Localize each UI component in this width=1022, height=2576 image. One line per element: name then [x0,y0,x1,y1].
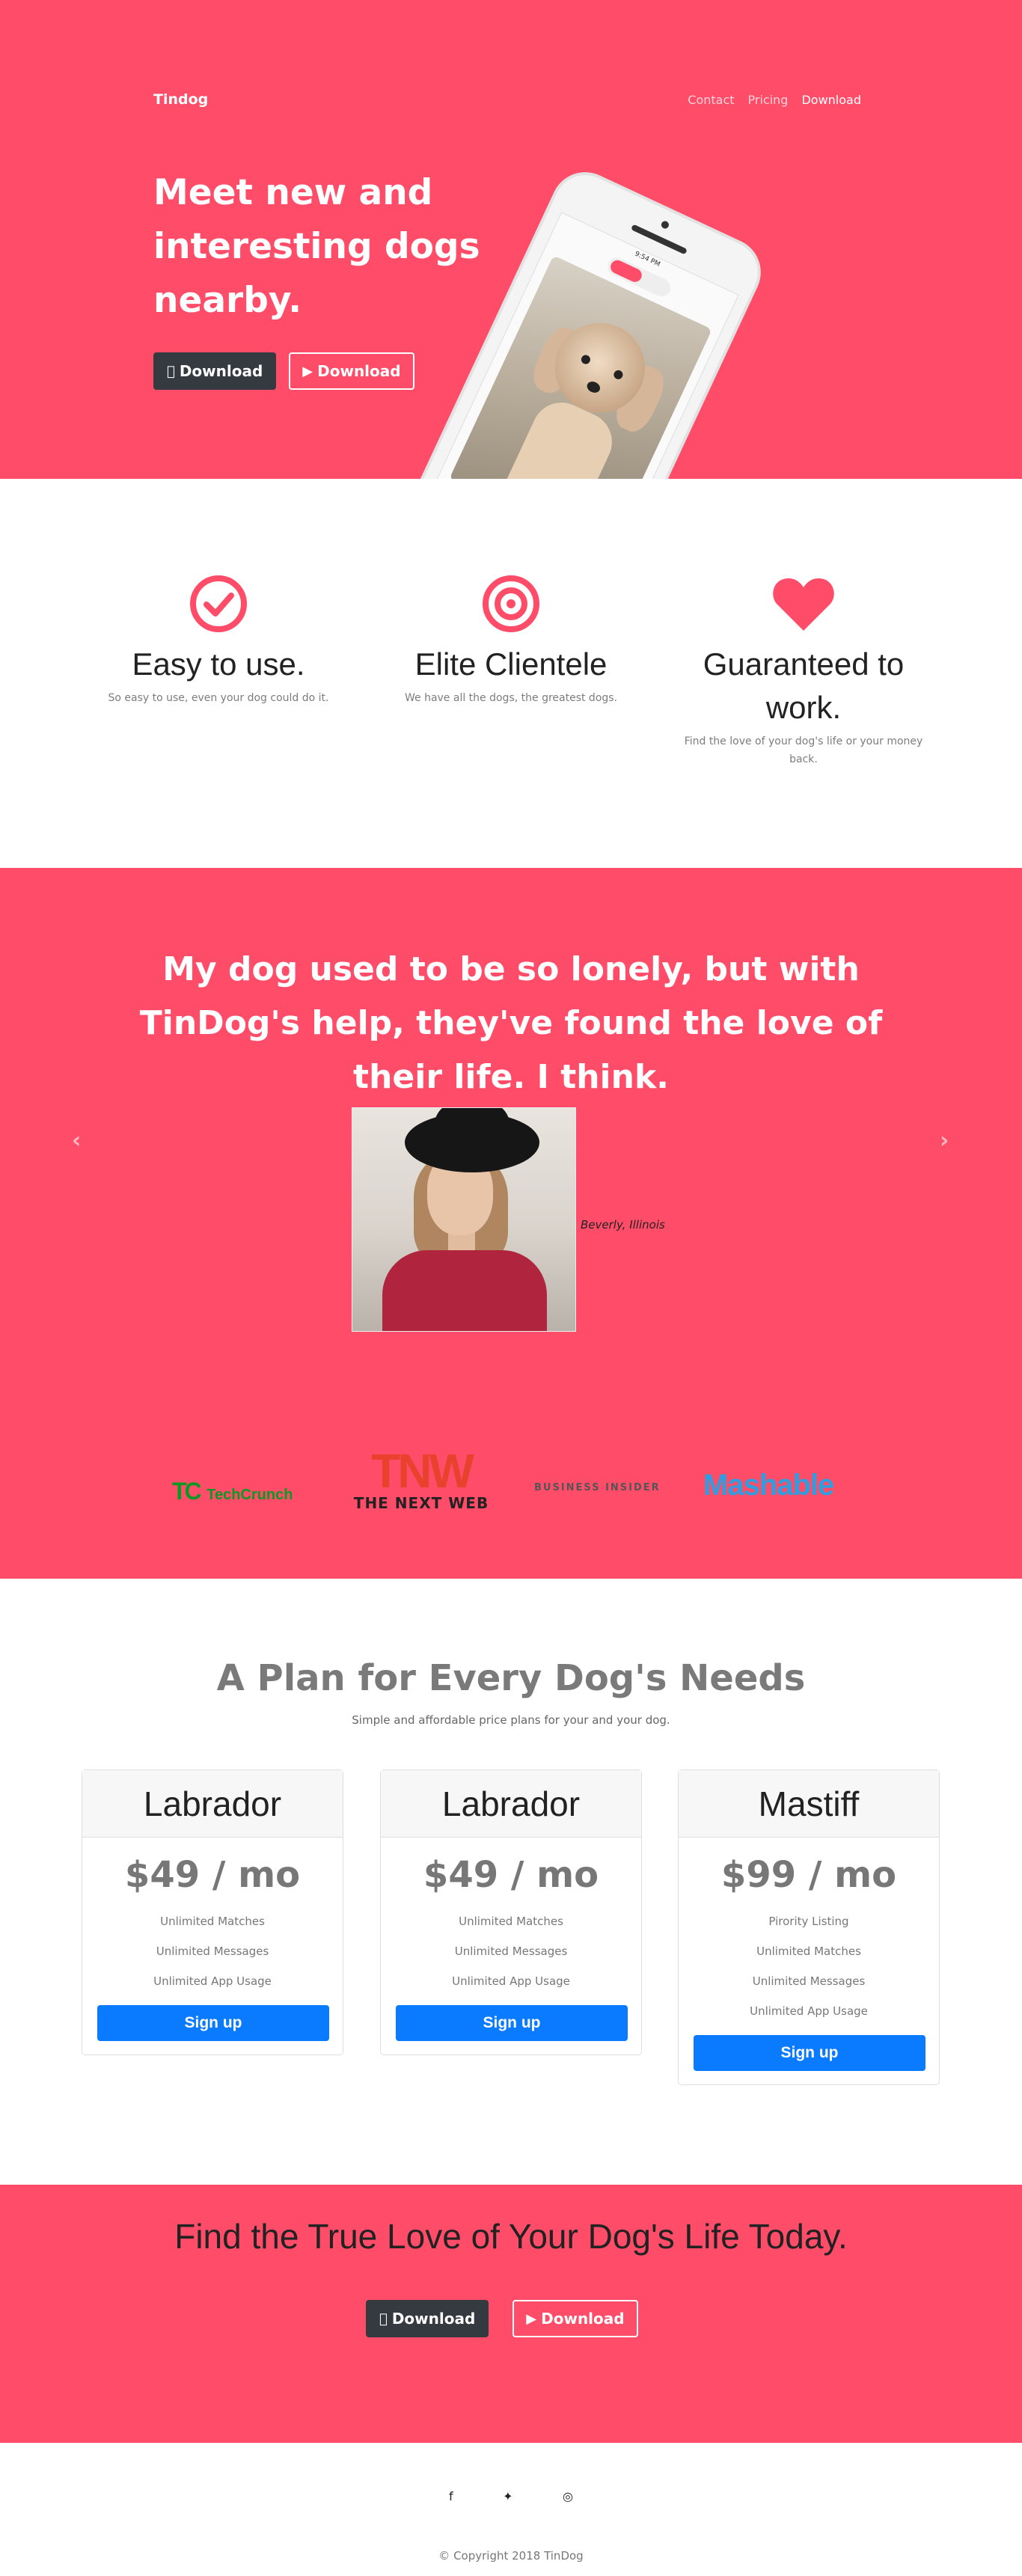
heart-icon [680,572,927,635]
play-download-label: Download [309,362,400,380]
plan-body: $49 / mo Unlimited Matches Unlimited Mes… [381,1838,641,2055]
plan-feature: Pirority Listing [768,1915,849,1928]
photo-dress [382,1250,547,1331]
feature-easy: Easy to use. So easy to use, even your d… [95,572,342,707]
navbar: Tindog Contact Pricing Download [153,88,861,111]
feature-guaranteed: Guaranteed to work. Find the love of you… [680,572,927,768]
business-insider-logo: BUSINESS INSIDER [534,1482,661,1493]
plan-price: $99 / mo [720,1854,897,1896]
social-links: f ✦ ◎ [449,2489,573,2503]
techcrunch-logo: TC TechCrunch [172,1478,293,1505]
facebook-icon[interactable]: f [449,2489,453,2503]
pricing-card: Labrador $49 / mo Unlimited Matches Unli… [82,1769,343,2055]
pricing-card: Labrador $49 / mo Unlimited Matches Unli… [380,1769,642,2055]
instagram-icon[interactable]: ◎ [563,2489,573,2503]
apple-icon:  [167,364,175,379]
plan-name: Labrador [381,1770,641,1838]
feature-text: Find the love of your dog's life or your… [684,735,923,765]
bullseye-icon [388,572,634,635]
pricing-section: A Plan for Every Dog's Needs Simple and … [0,1579,1022,2185]
plan-name: Labrador [82,1770,343,1838]
plan-feature: Unlimited Matches [459,1915,563,1928]
cta-title: Find the True Love of Your Dog's Life To… [174,2217,848,2256]
nav-link-download[interactable]: Download [801,93,861,107]
plan-body: $99 / mo Pirority Listing Unlimited Matc… [679,1838,939,2084]
feature-elite: Elite Clientele We have all the dogs, th… [388,572,634,707]
features-section: Easy to use. So easy to use, even your d… [0,479,1022,868]
nav-link-pricing[interactable]: Pricing [748,93,789,107]
cta-buttons:  Download ▶ Download [366,2300,638,2337]
plan-price: $49 / mo [124,1854,301,1896]
play-download-button[interactable]: ▶ Download [289,352,414,390]
footer: f ✦ ◎ © Copyright 2018 TinDog [0,2443,1022,2576]
brand-logo[interactable]: Tindog [153,91,208,108]
check-circle-icon [95,572,342,635]
feature-title: Easy to use. [132,646,305,682]
testimonial-section: My dog used to be so lonely, but with Ti… [0,868,1022,1579]
plan-price: $49 / mo [423,1854,599,1896]
twitter-icon[interactable]: ✦ [503,2489,512,2503]
signup-button[interactable]: Sign up [97,2005,329,2041]
pricing-card: Mastiff $99 / mo Pirority Listing Unlimi… [678,1769,940,2085]
tnw-logo: TNW THE NEXT WEB [350,1444,492,1512]
tnw-label: THE NEXT WEB [353,1494,489,1512]
plan-body: $49 / mo Unlimited Matches Unlimited Mes… [82,1838,343,2055]
nav-links: Contact Pricing Download [688,93,861,107]
hero-section: Tindog Contact Pricing Download Meet new… [0,0,1022,479]
press-logos: TC TechCrunch TNW THE NEXT WEB BUSINESS … [0,1444,1022,1530]
copyright: © Copyright 2018 TinDog [438,2549,584,2563]
testimonial-quote: My dog used to be so lonely, but with Ti… [139,950,883,1096]
plan-feature: Unlimited Matches [756,1945,861,1958]
feature-title: Elite Clientele [414,646,608,682]
hero-buttons:  Download ▶ Download [153,352,414,390]
play-download-label: Download [533,2310,624,2328]
testimonial-photo [352,1107,576,1332]
cta-section: Find the True Love of Your Dog's Life To… [0,2185,1022,2443]
plan-feature: Unlimited Matches [160,1915,265,1928]
pricing-subtitle: Simple and affordable price plans for yo… [352,1713,670,1727]
mashable-logo: Mashable [703,1469,834,1502]
pricing-title: A Plan for Every Dog's Needs [216,1657,806,1699]
signup-button[interactable]: Sign up [396,2005,628,2041]
play-store-icon: ▶ [518,2310,536,2327]
testimonial-caption: Beverly, Illinois [581,1218,665,1232]
plan-feature: Unlimited Messages [454,1945,568,1958]
feature-text: So easy to use, even your dog could do i… [108,692,329,704]
play-store-icon: ▶ [294,363,313,379]
nav-link-contact[interactable]: Contact [688,93,734,107]
apple-download-button[interactable]:  Download [366,2300,489,2337]
plan-feature: Unlimited Messages [752,1974,866,1988]
carousel-next-icon[interactable]: › [940,1128,949,1154]
apple-icon:  [379,2311,388,2327]
phone-camera [660,219,670,230]
photo-hat-crown [435,1108,510,1150]
plan-feature: Unlimited Messages [156,1945,269,1958]
feature-text: We have all the dogs, the greatest dogs. [404,692,618,704]
hero-title: Meet new and interesting dogs nearby. [153,172,480,321]
apple-download-label: Download [171,362,263,380]
feature-title: Guaranteed to work. [703,646,905,725]
apple-download-button[interactable]:  Download [153,352,277,390]
signup-button[interactable]: Sign up [694,2035,925,2071]
apple-download-label: Download [384,2310,475,2328]
plan-feature: Unlimited App Usage [153,1974,272,1988]
plan-feature: Unlimited App Usage [750,2004,868,2018]
tnw-mark: TNW [371,1444,474,1498]
plan-name: Mastiff [679,1770,939,1838]
techcrunch-label: TechCrunch [206,1487,293,1503]
techcrunch-mark-icon: TC [172,1478,202,1505]
plan-feature: Unlimited App Usage [452,1974,570,1988]
carousel-prev-icon[interactable]: ‹ [72,1128,81,1154]
play-download-button[interactable]: ▶ Download [512,2300,638,2337]
